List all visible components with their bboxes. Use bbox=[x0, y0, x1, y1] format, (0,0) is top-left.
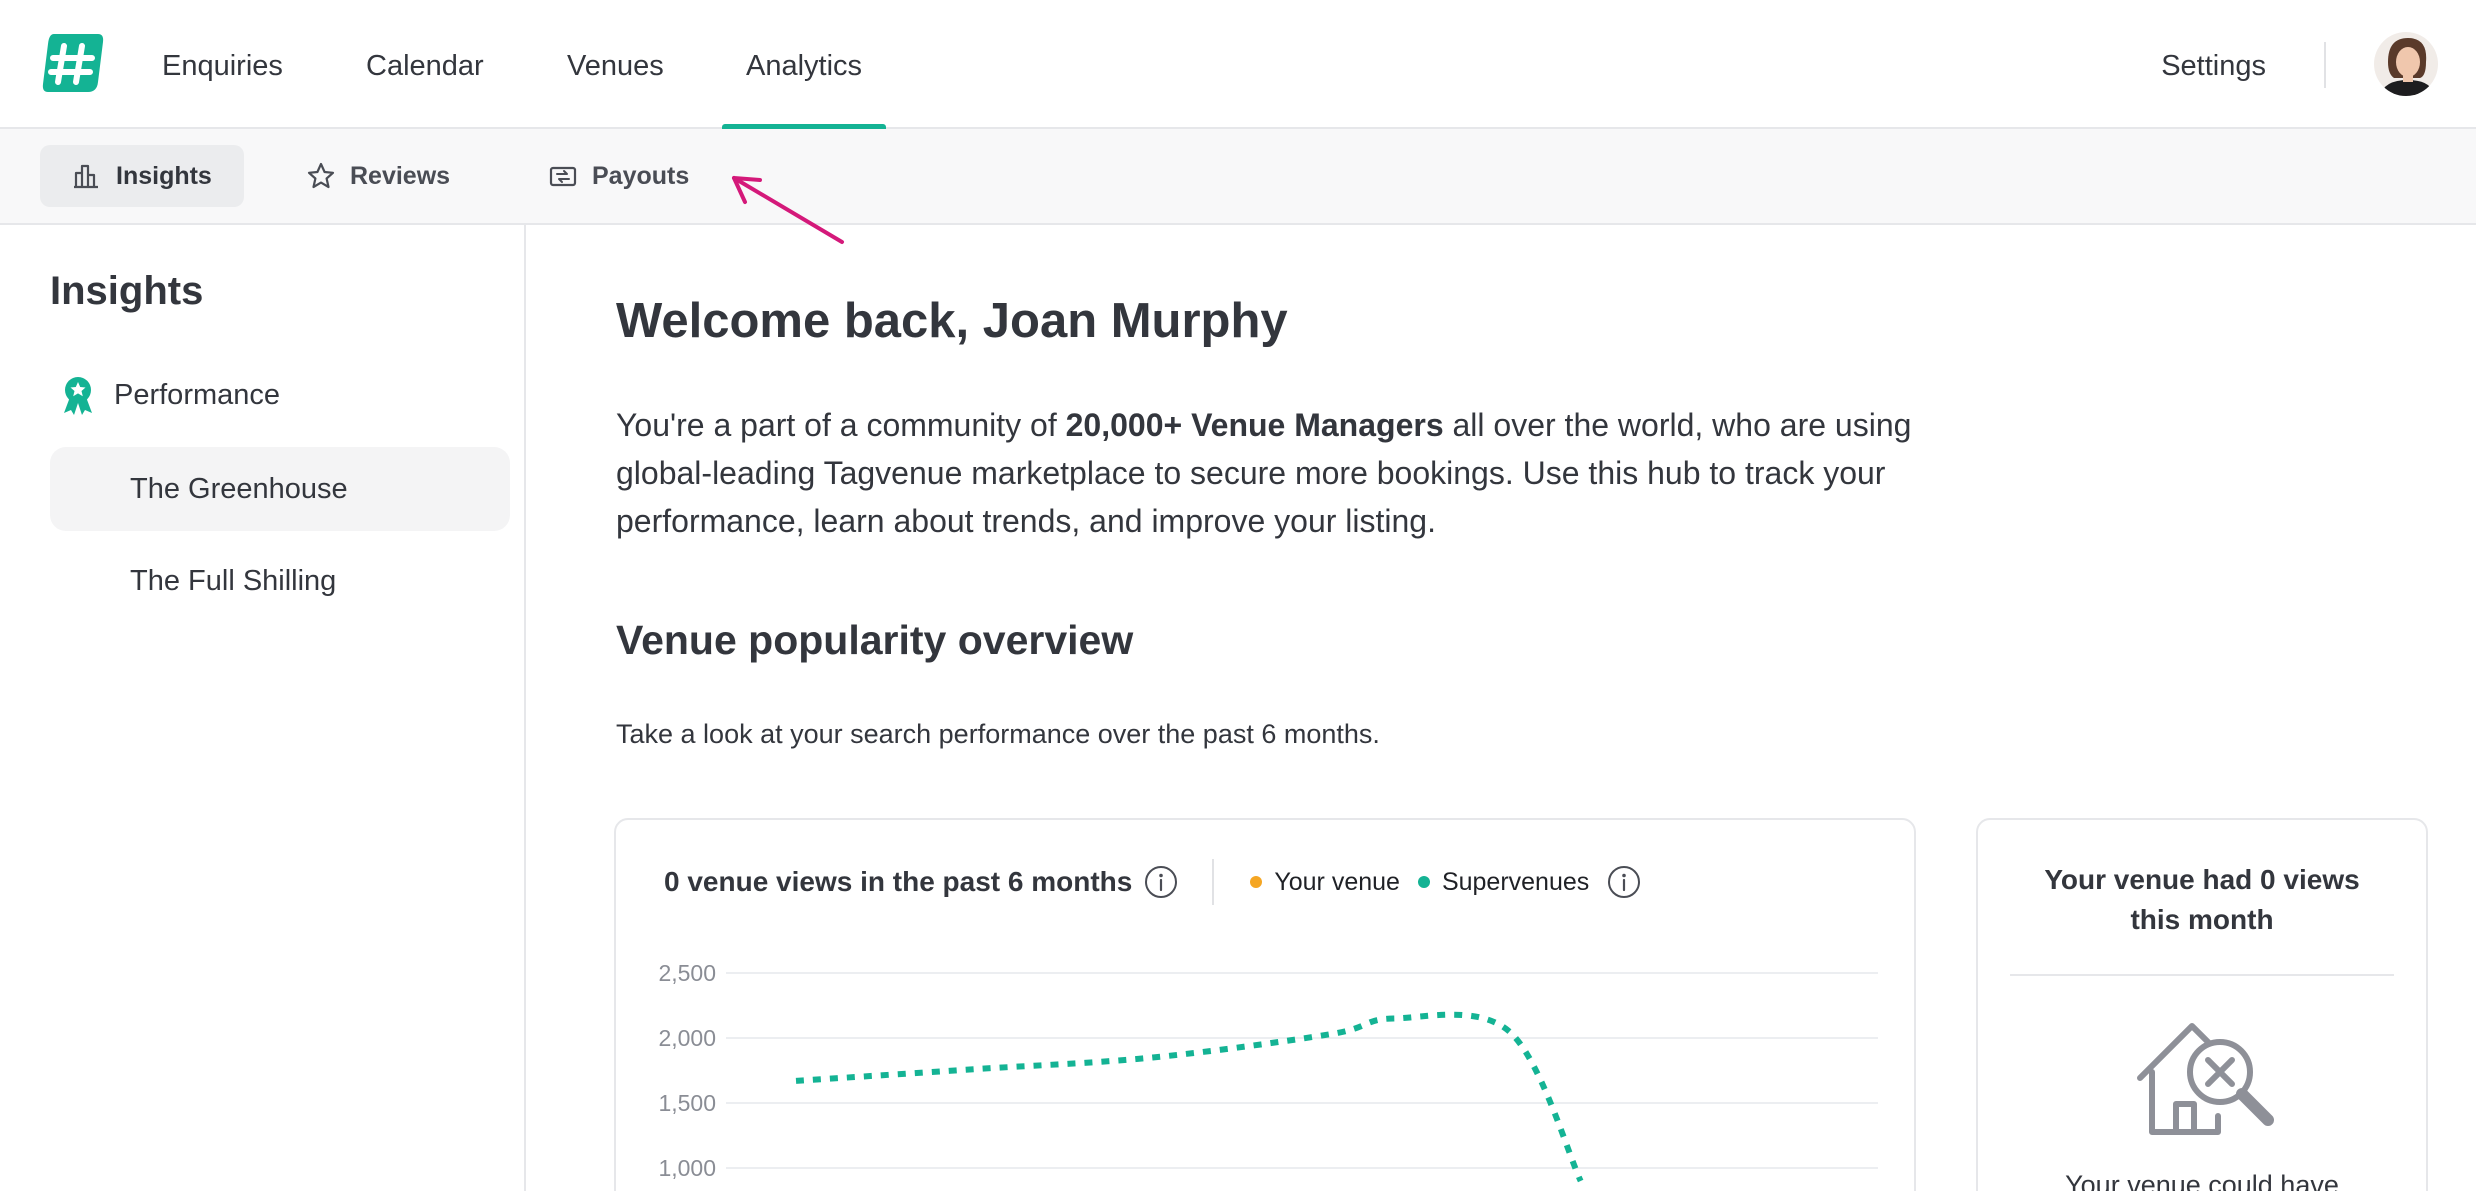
tab-reviews[interactable]: Reviews bbox=[274, 145, 482, 207]
sidebar-item-performance[interactable]: Performance bbox=[60, 375, 280, 415]
legend-dot bbox=[1250, 876, 1263, 888]
tagvenue-logo[interactable] bbox=[40, 30, 106, 96]
star-icon bbox=[307, 162, 335, 189]
nav-divider bbox=[2324, 42, 2326, 88]
user-avatar[interactable] bbox=[2374, 32, 2438, 96]
chart-header: 0 venue views in the past 6 months Your … bbox=[664, 859, 1641, 905]
nav-calendar[interactable]: Calendar bbox=[366, 0, 484, 129]
y-tick-label: 1,500 bbox=[658, 1090, 716, 1116]
sidebar-item-the-full-shilling[interactable]: The Full Shilling bbox=[50, 539, 510, 623]
header-divider bbox=[1212, 859, 1215, 905]
nav-enquiries[interactable]: Enquiries bbox=[162, 0, 283, 129]
award-ribbon-icon bbox=[64, 377, 92, 415]
y-tick-label: 2,500 bbox=[658, 960, 716, 986]
legend-your-venue: Your venue bbox=[1250, 868, 1400, 897]
section-subtitle: Take a look at your search performance o… bbox=[616, 719, 1380, 749]
house-search-icon bbox=[2137, 1023, 2274, 1135]
nav-venues[interactable]: Venues bbox=[567, 0, 664, 129]
legend-dot bbox=[1417, 876, 1430, 888]
y-tick-label: 2,000 bbox=[658, 1025, 716, 1051]
legend-supervenues: Supervenues bbox=[1417, 867, 1590, 897]
intro-paragraph: You're a part of a community of 20,000+ … bbox=[616, 401, 2016, 545]
tab-payouts[interactable]: Payouts bbox=[516, 145, 721, 207]
chart-title: 0 venue views in the past 6 months bbox=[664, 866, 1133, 897]
series-line-supervenues bbox=[795, 1011, 1584, 1183]
tab-label: Payouts bbox=[592, 161, 690, 190]
sidebar-section-label: Performance bbox=[114, 378, 281, 411]
bar-chart-icon bbox=[74, 164, 98, 189]
monthly-views-text: Your venue could have bbox=[2065, 1170, 2339, 1191]
payouts-icon bbox=[549, 166, 577, 187]
section-title: Venue popularity overview bbox=[616, 617, 1134, 663]
sidebar-title: Insights bbox=[50, 269, 204, 313]
y-tick-label: 1,000 bbox=[658, 1155, 716, 1181]
top-navigation: Enquiries Calendar Venues Analytics Sett… bbox=[0, 0, 2476, 131]
info-icon[interactable] bbox=[1607, 865, 1641, 899]
venue-views-chart-card: 2,500 2,000 1,500 1,000 0 venue views in th… bbox=[614, 818, 1916, 1191]
tab-label: Reviews bbox=[350, 161, 451, 190]
legend-label: Your venue bbox=[1274, 867, 1400, 896]
page-title: Welcome back, Joan Murphy bbox=[616, 294, 1288, 348]
monthly-views-title: Your venue had 0 views this month bbox=[2044, 864, 2360, 935]
tab-label: Insights bbox=[116, 161, 212, 190]
insights-sidebar: Insights Performance The Greenhouse The … bbox=[0, 225, 526, 1191]
intro-highlight: 20,000+ Venue Managers bbox=[1065, 407, 1444, 443]
legend-label: Supervenues bbox=[1441, 867, 1590, 896]
intro-text: You're a part of a community of bbox=[616, 407, 1066, 443]
tab-insights[interactable]: Insights bbox=[40, 145, 244, 207]
analytics-subnav: Insights Reviews Payouts bbox=[0, 129, 2476, 225]
monthly-views-card: Your venue had 0 views this month Your v… bbox=[1976, 818, 2428, 1191]
settings-link[interactable]: Settings bbox=[2161, 0, 2266, 129]
nav-analytics[interactable]: Analytics bbox=[721, 0, 887, 131]
card-divider bbox=[2010, 974, 2394, 976]
info-icon[interactable] bbox=[1144, 865, 1178, 899]
sidebar-item-the-greenhouse[interactable]: The Greenhouse bbox=[50, 447, 510, 531]
insights-main: Welcome back, Joan Murphy You're a part … bbox=[528, 225, 2476, 1191]
